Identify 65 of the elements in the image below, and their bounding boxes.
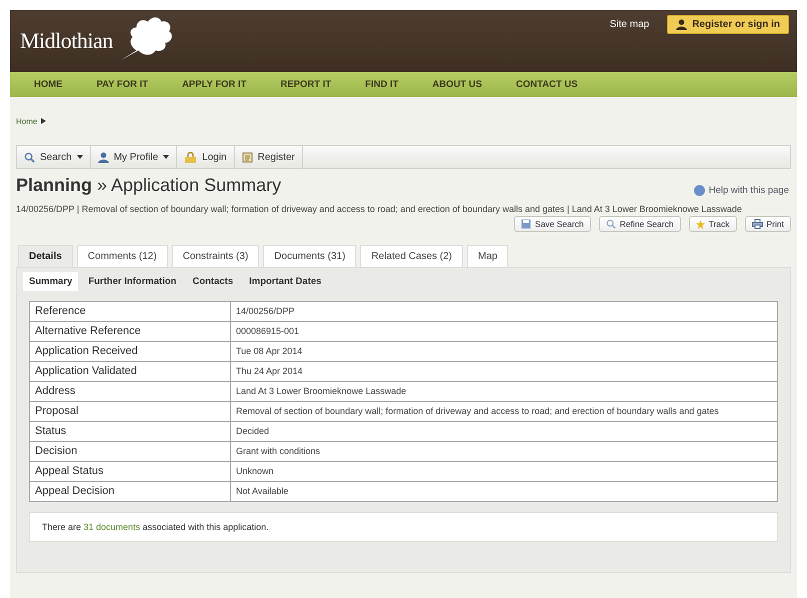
table-cell: Removal of section of boundary wall; formation of driveway and access to road; and erection of boundary walls and gates [230, 402, 778, 422]
table-cell: Appeal Status [30, 462, 230, 482]
documents-note: There are 31 documents associated with this application. [42, 522, 270, 532]
form-icon [242, 152, 253, 162]
table-cell: Tue 08 Apr 2014 [230, 342, 778, 362]
tab[interactable]: Documents (31) [263, 245, 356, 267]
toolbar-button[interactable]: Login [177, 146, 235, 168]
toolbar-button[interactable]: My Profile [90, 146, 178, 168]
table-cell: Decided [230, 422, 778, 442]
person-icon [98, 152, 109, 162]
help-link[interactable]: Help with this page [694, 185, 791, 196]
site-map-link[interactable]: Site map [610, 15, 650, 30]
tab[interactable]: Constraints (3) [172, 245, 260, 267]
action-button[interactable]: Refine Search [598, 216, 681, 232]
table-cell: Proposal [30, 402, 230, 422]
subtab[interactable]: Summary [23, 272, 78, 291]
table-cell: Grant with conditions [230, 442, 778, 462]
table-cell: Application Received [30, 342, 230, 362]
nav-link[interactable]: ABOUT US [432, 79, 482, 90]
subtab[interactable]: Further Information [82, 272, 182, 291]
subtab[interactable]: Contacts [186, 272, 240, 291]
documents-link[interactable]: 31 documents [84, 522, 140, 532]
nav-link[interactable]: REPORT IT [280, 79, 332, 90]
caret-icon [41, 118, 46, 124]
person-icon [676, 19, 688, 30]
caret-icon [76, 155, 83, 159]
tab[interactable]: Related Cases (2) [360, 245, 464, 267]
tab[interactable]: Details [18, 245, 73, 267]
star-icon [696, 220, 705, 228]
tab[interactable]: Map [467, 245, 508, 267]
nav-link[interactable]: HOME [34, 79, 62, 90]
table-cell: Decision [30, 442, 230, 462]
nav-link[interactable]: FIND IT [365, 79, 398, 90]
table-cell: Land At 3 Lower Broomieknowe Lasswade [230, 382, 778, 402]
caret-icon [163, 155, 170, 159]
nav-link[interactable]: PAY FOR IT [96, 79, 148, 90]
application-description: 14/00256/DPP | Removal of section of boundary wall; formation of driveway and access to road; and erection of boundary walls and gates | Land At 3 Lower Broomieknowe Lasswade [16, 203, 743, 216]
tab[interactable]: Comments (12) [76, 245, 168, 267]
logo-text[interactable]: Midlothian [20, 28, 113, 54]
printer-icon [752, 219, 763, 229]
table-cell: 000086915-001 [230, 322, 778, 342]
search-icon [24, 152, 35, 162]
page-title: Planning » Application Summary [16, 175, 282, 196]
table-cell: Status [30, 422, 230, 442]
table-cell: Unknown [230, 462, 778, 482]
table-cell: Address [30, 382, 230, 402]
search-icon [606, 219, 616, 229]
table-cell: Appeal Decision [30, 482, 230, 502]
breadcrumb-link[interactable]: Home [16, 116, 38, 126]
lock-icon [184, 152, 198, 162]
register-button[interactable]: Register or sign in [667, 15, 789, 34]
table-cell: Thu 24 Apr 2014 [230, 362, 778, 382]
nav-link[interactable]: APPLY FOR IT [182, 79, 246, 90]
toolbar-button[interactable]: Search [17, 146, 91, 168]
table-cell: Application Validated [30, 362, 230, 382]
action-button[interactable]: Save Search [514, 216, 591, 232]
table-cell: 14/00256/DPP [230, 302, 778, 322]
table-cell: Alternative Reference [30, 322, 230, 342]
action-button[interactable]: Track [688, 216, 737, 232]
toolbar-button[interactable]: Register [234, 146, 303, 168]
nav-link[interactable]: CONTACT US [516, 79, 578, 90]
table-cell: Reference [30, 302, 230, 322]
subtab[interactable]: Important Dates [243, 272, 328, 291]
table-cell: Not Available [230, 482, 778, 502]
action-button[interactable]: Print [744, 216, 791, 232]
